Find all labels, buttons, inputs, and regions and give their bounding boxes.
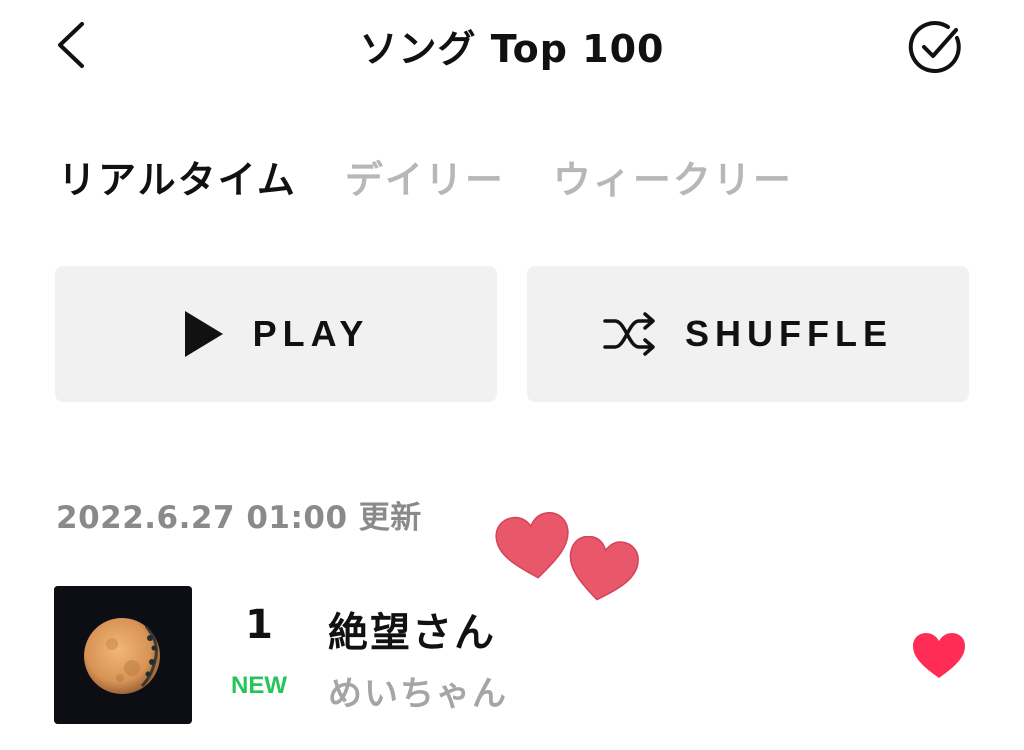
tab-weekly[interactable]: ウィークリー: [553, 149, 793, 204]
album-artwork[interactable]: [54, 586, 192, 724]
shuffle-label: SHUFFLE: [685, 313, 893, 354]
shuffle-icon: [603, 311, 657, 357]
heart-icon: [913, 633, 965, 678]
page-title: ソング Top 100: [359, 27, 665, 71]
song-title: 絶望さん: [328, 610, 496, 656]
tab-daily[interactable]: デイリー: [345, 149, 505, 204]
song-chart-screen: ソング Top 100 リアルタイム デイリー ウィークリー PLAY SHUF…: [0, 0, 1024, 750]
heart-sticker-icon: [494, 512, 574, 588]
updated-timestamp: 2022.6.27 01:00 更新: [56, 500, 422, 536]
tab-realtime[interactable]: リアルタイム: [58, 149, 297, 204]
artist-name[interactable]: めいちゃん: [328, 666, 508, 715]
shuffle-button[interactable]: SHUFFLE: [527, 266, 969, 402]
song-list-item[interactable]: 1 NEW 絶望さん めいちゃん: [0, 580, 1024, 740]
like-button[interactable]: [910, 630, 968, 682]
new-badge: NEW: [231, 672, 287, 699]
select-button[interactable]: [904, 16, 966, 78]
check-circle-icon: [908, 21, 961, 73]
play-button[interactable]: PLAY: [55, 266, 497, 402]
chart-tabs: リアルタイム デイリー ウィークリー: [58, 146, 841, 206]
play-icon: [183, 309, 225, 359]
chart-rank: 1: [245, 602, 273, 648]
play-label: PLAY: [252, 313, 370, 354]
header: ソング Top 100: [0, 0, 1024, 90]
